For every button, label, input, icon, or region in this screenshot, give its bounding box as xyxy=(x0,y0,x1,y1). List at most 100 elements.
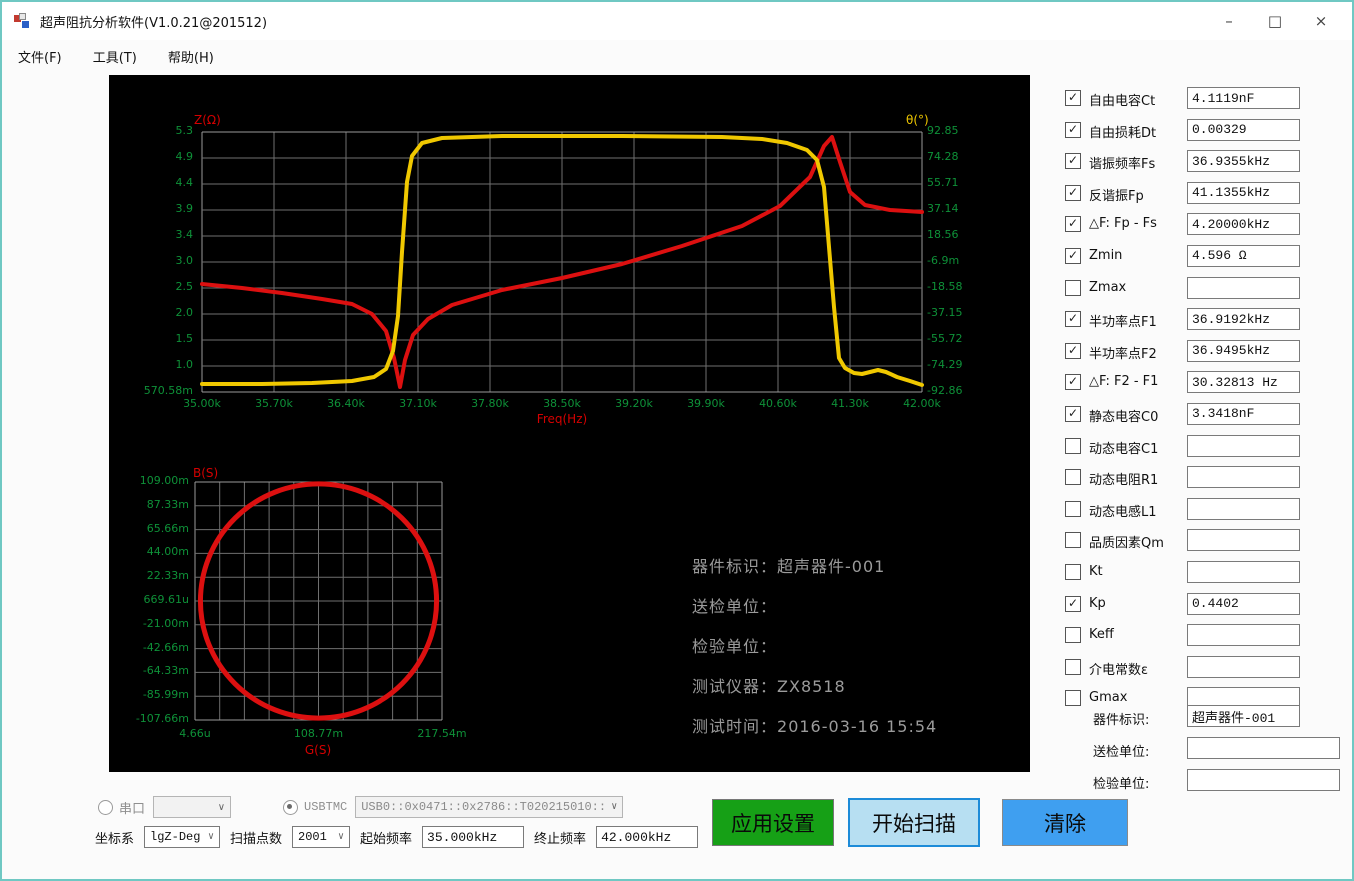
info-value-3: ZX8518 xyxy=(777,677,846,696)
result-row-7: ✓ 半功率点F1 xyxy=(1065,307,1350,339)
result-value-input-12[interactable] xyxy=(1187,466,1300,489)
result-value-input-0[interactable] xyxy=(1187,87,1300,109)
result-value-input-2[interactable] xyxy=(1187,150,1300,173)
maximize-button[interactable]: □ xyxy=(1252,2,1298,40)
usb-address-combo[interactable]: USB0::0x0471::0x2786::T020215010::INSTR … xyxy=(355,796,624,818)
result-value-input-1[interactable] xyxy=(1187,118,1300,141)
result-checkbox-2[interactable]: ✓ xyxy=(1065,153,1081,170)
result-label-10: 静态电容C0 xyxy=(1089,409,1159,425)
apply-settings-button[interactable]: 应用设置 xyxy=(712,799,834,846)
freq-axis-title: Freq(Hz) xyxy=(536,412,588,426)
result-checkbox-1[interactable]: ✓ xyxy=(1065,121,1081,138)
menu-file[interactable]: 文件(F) xyxy=(8,45,72,68)
result-value-input-5[interactable] xyxy=(1187,244,1300,267)
inspect-unit-row: 检验单位: xyxy=(1065,768,1350,800)
freq-axis-tick-3: 37.10k xyxy=(399,397,437,410)
result-value-input-3[interactable] xyxy=(1187,181,1300,204)
serial-radio[interactable] xyxy=(98,799,113,815)
result-value-input-4[interactable] xyxy=(1187,213,1300,236)
result-checkbox-16[interactable]: ✓ xyxy=(1065,595,1081,612)
result-value-input-11[interactable] xyxy=(1187,434,1300,457)
result-checkbox-14[interactable] xyxy=(1065,532,1081,549)
close-button[interactable]: × xyxy=(1298,2,1344,40)
freq-axis-tick-9: 41.30k xyxy=(831,397,869,410)
clear-button[interactable]: 清除 xyxy=(1002,799,1128,846)
result-value-input-10[interactable] xyxy=(1187,402,1300,425)
result-row-11: 动态电容C1 xyxy=(1065,434,1350,466)
b-axis-tick-4: 22.33m xyxy=(146,569,189,583)
result-value-input-14[interactable] xyxy=(1187,529,1300,552)
result-label-9: △F: F2 - F1 xyxy=(1089,374,1159,390)
scan-points-combo[interactable]: 2001 ∨ xyxy=(292,826,351,848)
coord-system-label: 坐标系 xyxy=(95,831,135,847)
result-value-input-9[interactable] xyxy=(1187,371,1300,394)
result-checkbox-6[interactable] xyxy=(1065,279,1081,296)
theta-axis-tick-8: -55.72 xyxy=(927,332,963,345)
result-checkbox-13[interactable] xyxy=(1065,500,1081,517)
theta-axis-tick-4: 18.56 xyxy=(927,228,959,241)
inspect-unit-label: 检验单位: xyxy=(1093,777,1150,792)
result-value-input-8[interactable] xyxy=(1187,339,1300,362)
result-checkbox-11[interactable] xyxy=(1065,437,1081,454)
theta-axis-tick-0: 92.85 xyxy=(927,124,959,137)
stop-frequency-label: 终止频率 xyxy=(534,831,587,847)
result-row-1: ✓ 自由损耗Dt xyxy=(1065,118,1350,150)
z-axis-tick-4: 3.4 xyxy=(175,228,194,241)
result-checkbox-9[interactable]: ✓ xyxy=(1065,374,1081,391)
stop-frequency-input[interactable] xyxy=(596,826,699,848)
result-checkbox-3[interactable]: ✓ xyxy=(1065,184,1081,201)
result-value-input-17[interactable] xyxy=(1187,624,1300,647)
menu-help[interactable]: 帮助(H) xyxy=(158,45,224,68)
result-row-9: ✓ △F: F2 - F1 xyxy=(1065,370,1350,402)
result-label-13: 动态电感L1 xyxy=(1089,504,1157,520)
result-row-2: ✓ 谐振频率Fs xyxy=(1065,149,1350,181)
result-value-input-15[interactable] xyxy=(1187,560,1300,583)
serial-port-combo[interactable]: ∨ xyxy=(153,796,232,818)
freq-axis-tick-4: 37.80k xyxy=(471,397,509,410)
z-axis-title: Z(Ω) xyxy=(194,113,221,127)
result-checkbox-0[interactable]: ✓ xyxy=(1065,90,1081,106)
result-value-input-7[interactable] xyxy=(1187,308,1300,331)
result-checkbox-8[interactable]: ✓ xyxy=(1065,342,1081,359)
usbtmc-radio[interactable] xyxy=(283,799,299,815)
submit-unit-label: 送检单位: xyxy=(1093,745,1150,760)
results-panel: ✓自由电容Ct✓自由损耗Dt✓谐振频率Fs✓反谐振Fp✓△F: Fp - Fs✓… xyxy=(1065,86,1350,718)
submit-unit-input[interactable] xyxy=(1187,737,1340,759)
result-checkbox-17[interactable] xyxy=(1065,627,1081,644)
plot-panel: 器件标识：超声器件-001 送检单位： 检验单位： 测试仪器：ZX8518 测试时间：2… xyxy=(109,75,1030,772)
b-axis-tick-9: -85.99m xyxy=(142,688,189,702)
b-axis-tick-5: 669.61u xyxy=(143,593,189,606)
device-id-row: 器件标识: xyxy=(1065,704,1350,736)
start-scan-button[interactable]: 开始扫描 xyxy=(848,798,980,847)
window-controls: – □ × xyxy=(1206,2,1344,40)
freq-axis-tick-2: 36.40k xyxy=(327,397,365,410)
result-label-6: Zmax xyxy=(1089,279,1127,295)
result-checkbox-10[interactable]: ✓ xyxy=(1065,405,1081,422)
result-value-input-16[interactable] xyxy=(1187,592,1300,615)
result-checkbox-4[interactable]: ✓ xyxy=(1065,216,1081,233)
inspect-unit-input[interactable] xyxy=(1187,769,1340,791)
result-checkbox-15[interactable] xyxy=(1065,563,1081,580)
results-extra-fields: 器件标识: 送检单位: 检验单位: xyxy=(1065,704,1350,800)
result-value-input-18[interactable] xyxy=(1187,655,1300,678)
result-value-input-6[interactable] xyxy=(1187,276,1300,299)
sweep-settings-row: 坐标系 lgZ-Deg ∨ 扫描点数 2001 ∨ 起始频率 终止频率 xyxy=(95,824,699,850)
device-id-input[interactable] xyxy=(1187,705,1300,727)
result-row-4: ✓ △F: Fp - Fs xyxy=(1065,212,1350,244)
start-frequency-input[interactable] xyxy=(422,826,525,848)
coord-system-value: lgZ-Deg xyxy=(150,830,201,844)
result-checkbox-12[interactable] xyxy=(1065,469,1081,486)
menu-tools[interactable]: 工具(T) xyxy=(83,45,147,68)
result-value-input-13[interactable] xyxy=(1187,497,1300,520)
title-bar: 超声阻抗分析软件(V1.0.21@201512) – □ × xyxy=(2,2,1352,40)
result-label-1: 自由损耗Dt xyxy=(1089,125,1157,141)
coord-system-combo[interactable]: lgZ-Deg ∨ xyxy=(144,826,221,848)
result-checkbox-18[interactable] xyxy=(1065,658,1081,675)
minimize-button[interactable]: – xyxy=(1206,2,1252,40)
chevron-down-icon: ∨ xyxy=(207,832,215,843)
info-label-3: 测试仪器： xyxy=(692,677,778,696)
result-row-16: ✓ Kp xyxy=(1065,592,1350,624)
b-axis-tick-6: -21.00m xyxy=(142,616,189,630)
result-checkbox-5[interactable]: ✓ xyxy=(1065,247,1081,264)
result-checkbox-7[interactable]: ✓ xyxy=(1065,311,1081,328)
